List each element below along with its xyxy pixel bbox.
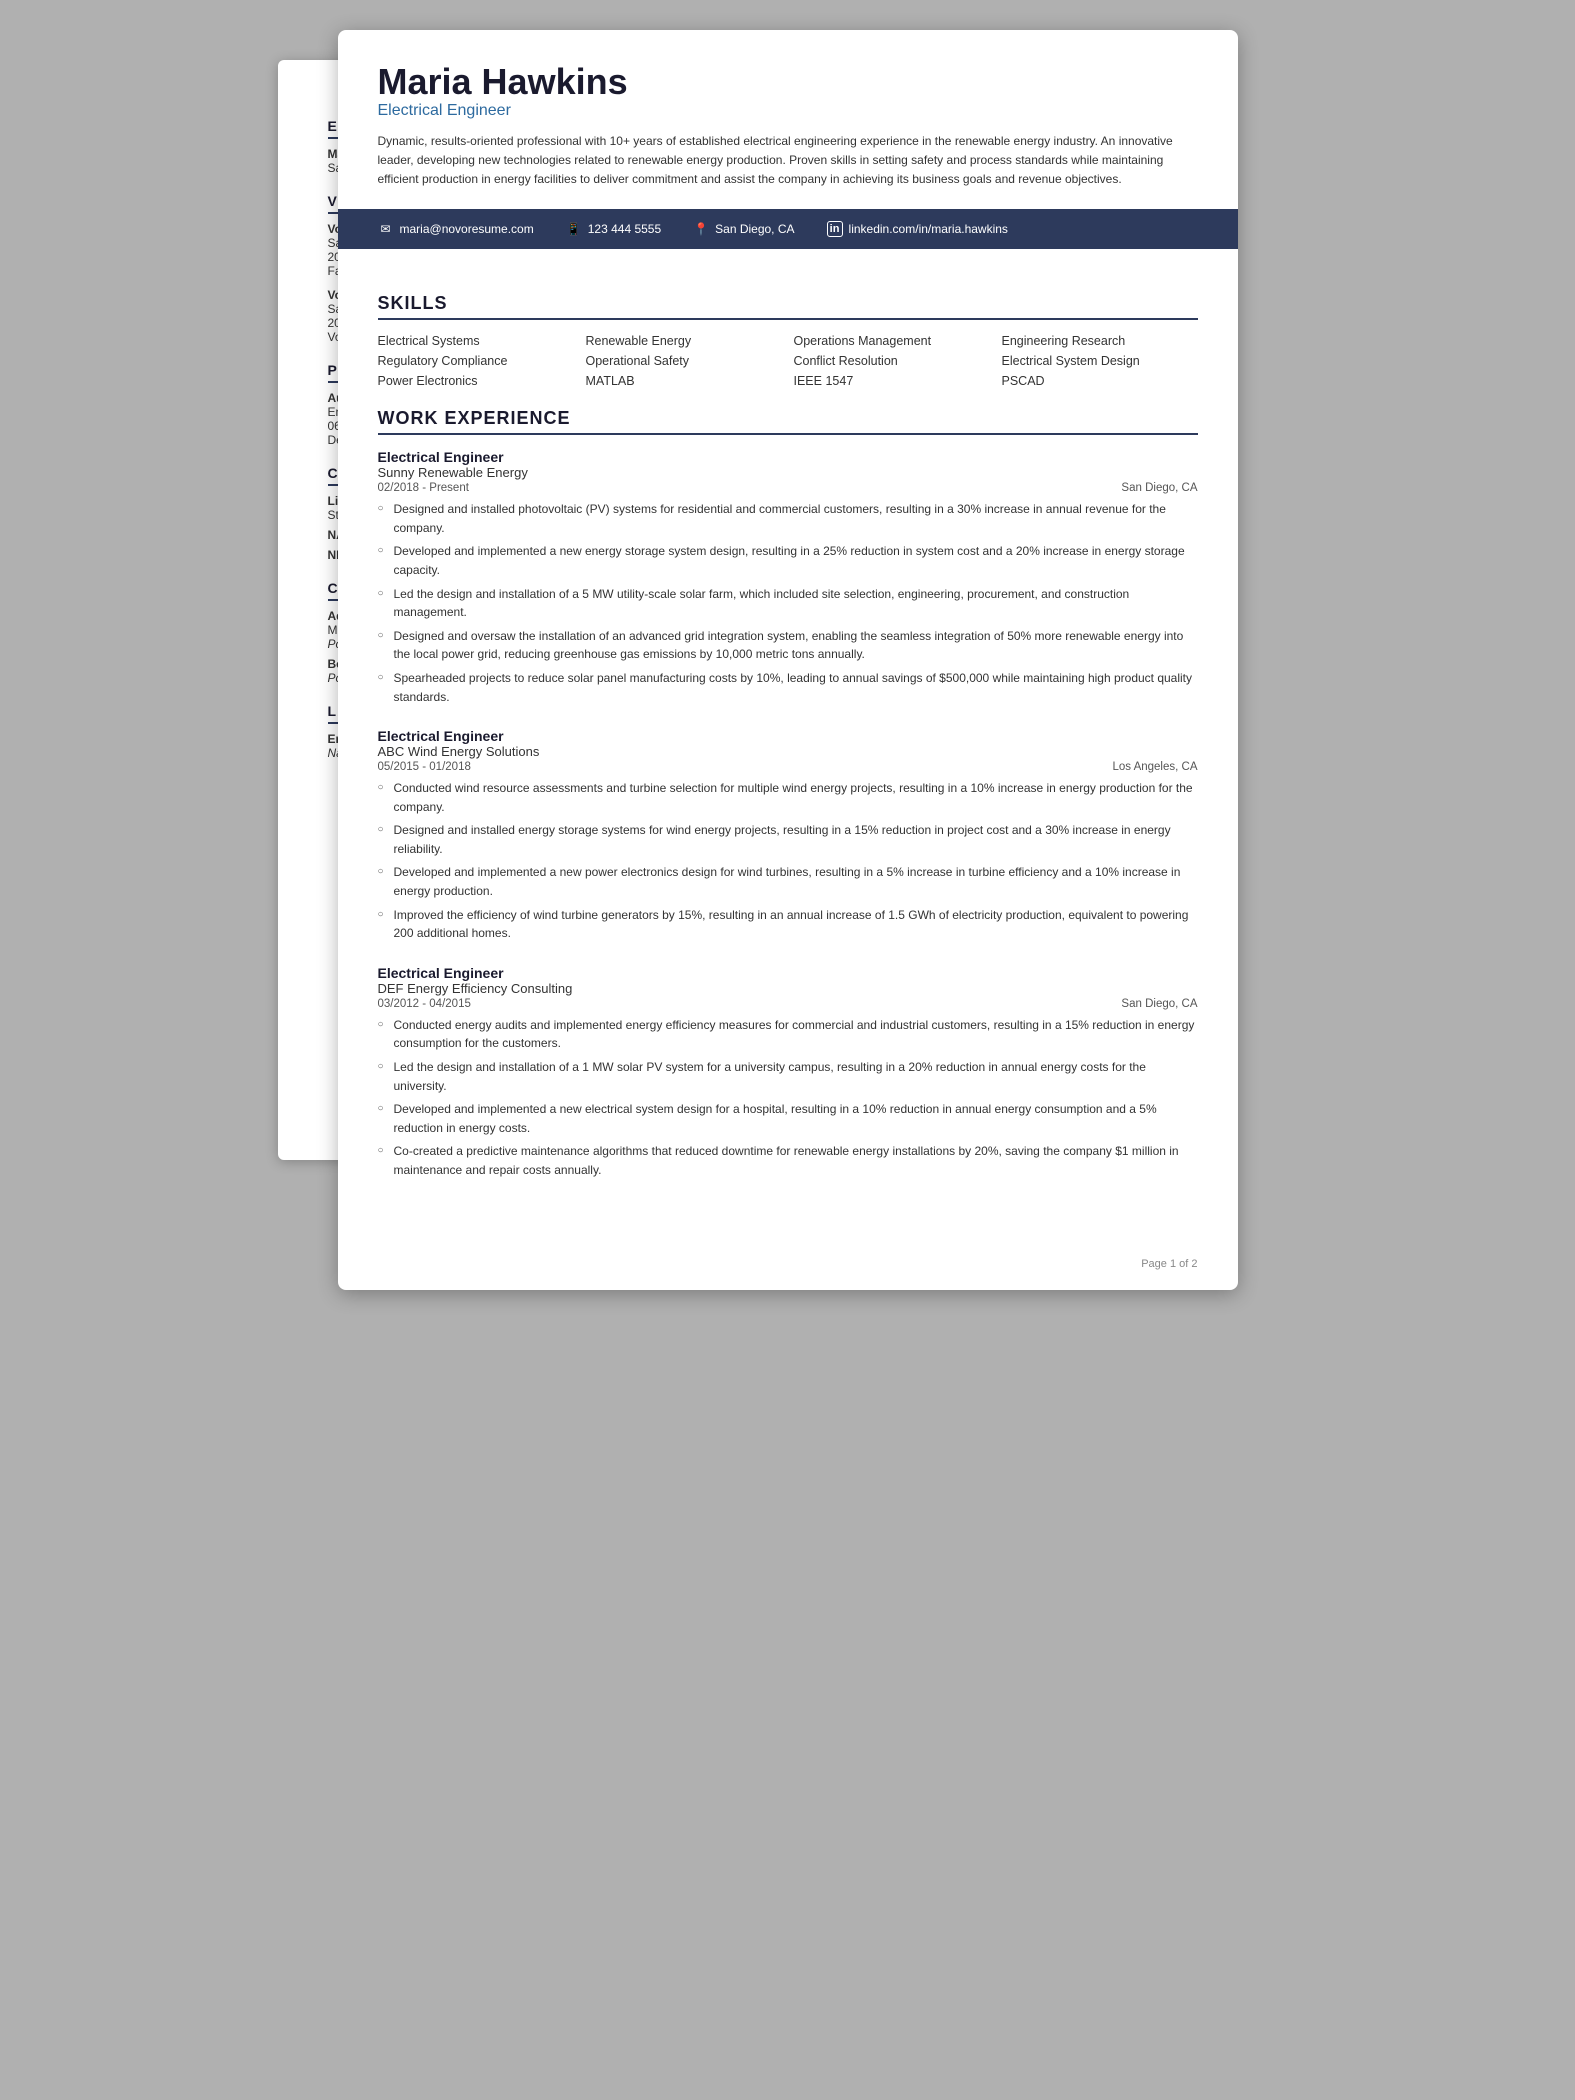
skill-item: IEEE 1547 xyxy=(794,374,990,388)
list-item: Designed and installed photovoltaic (PV)… xyxy=(378,500,1198,537)
job-3-title: Electrical Engineer xyxy=(378,965,1198,981)
job-3-company: DEF Energy Efficiency Consulting xyxy=(378,981,1198,996)
list-item: Developed and implemented a new electric… xyxy=(378,1100,1198,1137)
contact-email: ✉ maria@novoresume.com xyxy=(378,221,534,237)
skill-item: Renewable Energy xyxy=(586,334,782,348)
job-3-bullets: Conducted energy audits and implemented … xyxy=(378,1016,1198,1180)
job-1-dates: 02/2018 - Present xyxy=(378,482,469,494)
list-item: Conducted wind resource assessments and … xyxy=(378,779,1198,816)
contact-phone: 📱 123 444 5555 xyxy=(566,221,661,237)
resume-header: Maria Hawkins Electrical Engineer Dynami… xyxy=(338,30,1238,209)
job-2-dates: 05/2015 - 01/2018 xyxy=(378,761,471,773)
list-item: Conducted energy audits and implemented … xyxy=(378,1016,1198,1053)
email-icon: ✉ xyxy=(378,221,394,237)
skill-item: Power Electronics xyxy=(378,374,574,388)
candidate-name: Maria Hawkins xyxy=(378,62,1198,102)
page-1: Maria Hawkins Electrical Engineer Dynami… xyxy=(338,30,1238,1290)
candidate-summary: Dynamic, results-oriented professional w… xyxy=(378,132,1198,190)
list-item: Developed and implemented a new energy s… xyxy=(378,542,1198,579)
list-item: Co-created a predictive maintenance algo… xyxy=(378,1142,1198,1179)
location-icon: 📍 xyxy=(693,221,709,237)
contact-linkedin: in linkedin.com/in/maria.hawkins xyxy=(827,221,1008,237)
email-value: maria@novoresume.com xyxy=(400,222,534,236)
job-3-meta: 03/2012 - 04/2015 San Diego, CA xyxy=(378,998,1198,1010)
skill-item: MATLAB xyxy=(586,374,782,388)
location-value: San Diego, CA xyxy=(715,222,794,236)
job-1-meta: 02/2018 - Present San Diego, CA xyxy=(378,482,1198,494)
skills-section-title: SKILLS xyxy=(378,293,1198,320)
skills-grid: Electrical Systems Renewable Energy Operat… xyxy=(378,334,1198,388)
job-2-meta: 05/2015 - 01/2018 Los Angeles, CA xyxy=(378,761,1198,773)
job-2: Electrical Engineer ABC Wind Energy Solu… xyxy=(378,728,1198,943)
skill-item: Regulatory Compliance xyxy=(378,354,574,368)
contact-location: 📍 San Diego, CA xyxy=(693,221,794,237)
job-2-bullets: Conducted wind resource assessments and … xyxy=(378,779,1198,943)
job-3-dates: 03/2012 - 04/2015 xyxy=(378,998,471,1010)
skill-item: Engineering Research xyxy=(1002,334,1198,348)
skill-item: Operational Safety xyxy=(586,354,782,368)
job-1: Electrical Engineer Sunny Renewable Ener… xyxy=(378,449,1198,706)
job-2-location: Los Angeles, CA xyxy=(1112,761,1197,773)
list-item: Developed and implemented a new power el… xyxy=(378,863,1198,900)
contact-bar: ✉ maria@novoresume.com 📱 123 444 5555 📍 … xyxy=(338,209,1238,249)
list-item: Spearheaded projects to reduce solar pan… xyxy=(378,669,1198,706)
skill-item: Conflict Resolution xyxy=(794,354,990,368)
work-experience-section-title: WORK EXPERIENCE xyxy=(378,408,1198,435)
job-1-title: Electrical Engineer xyxy=(378,449,1198,465)
job-3-location: San Diego, CA xyxy=(1121,998,1197,1010)
linkedin-icon: in xyxy=(827,221,843,237)
linkedin-value: linkedin.com/in/maria.hawkins xyxy=(849,222,1008,236)
job-2-company: ABC Wind Energy Solutions xyxy=(378,744,1198,759)
list-item: Led the design and installation of a 5 M… xyxy=(378,585,1198,622)
skill-item: Electrical Systems xyxy=(378,334,574,348)
phone-value: 123 444 5555 xyxy=(588,222,661,236)
job-3: Electrical Engineer DEF Energy Efficienc… xyxy=(378,965,1198,1180)
list-item: Designed and oversaw the installation of… xyxy=(378,627,1198,664)
job-1-company: Sunny Renewable Energy xyxy=(378,465,1198,480)
list-item: Improved the efficiency of wind turbine … xyxy=(378,906,1198,943)
job-1-bullets: Designed and installed photovoltaic (PV)… xyxy=(378,500,1198,706)
candidate-title: Electrical Engineer xyxy=(378,102,1198,120)
page-1-number: Page 1 of 2 xyxy=(338,1242,1238,1290)
skill-item: Electrical System Design xyxy=(1002,354,1198,368)
skill-item: Operations Management xyxy=(794,334,990,348)
list-item: Led the design and installation of a 1 M… xyxy=(378,1058,1198,1095)
phone-icon: 📱 xyxy=(566,221,582,237)
resume-body: SKILLS Electrical Systems Renewable Energ… xyxy=(338,249,1238,1241)
list-item: Designed and installed energy storage sy… xyxy=(378,821,1198,858)
job-2-title: Electrical Engineer xyxy=(378,728,1198,744)
job-1-location: San Diego, CA xyxy=(1121,482,1197,494)
skill-item: PSCAD xyxy=(1002,374,1198,388)
